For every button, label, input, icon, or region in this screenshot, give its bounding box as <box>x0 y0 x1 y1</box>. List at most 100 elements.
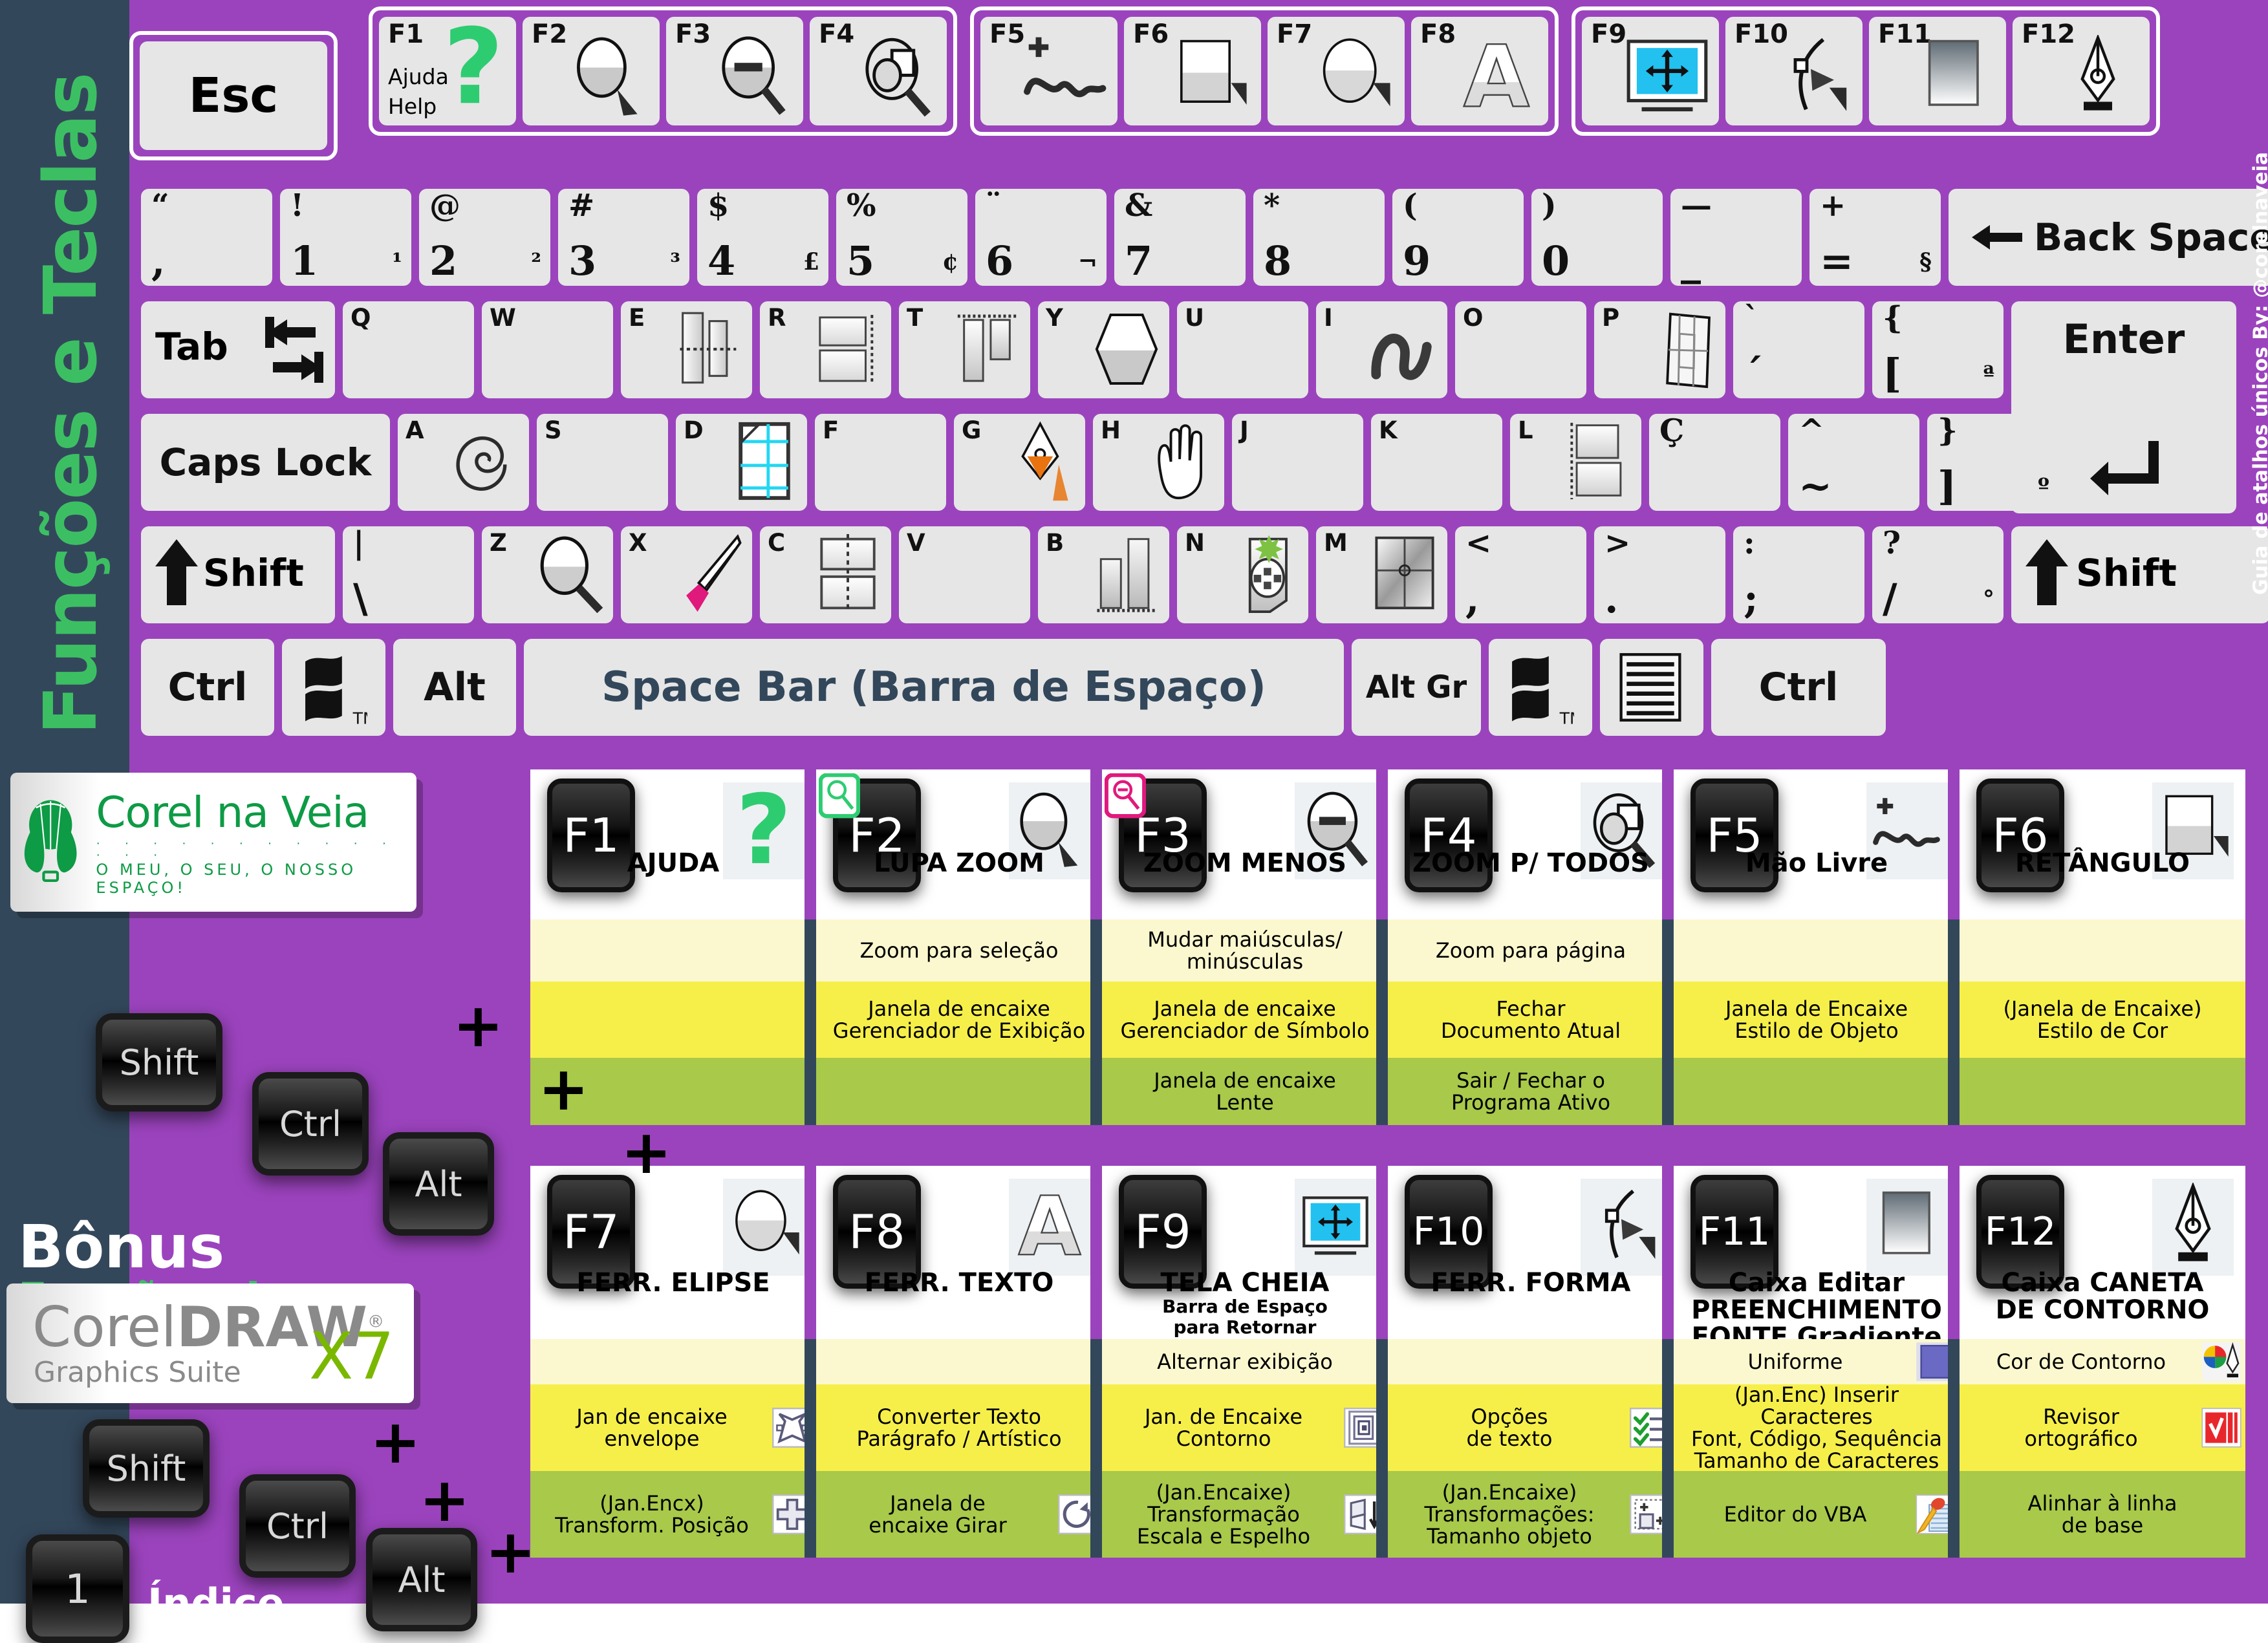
key-context-menu[interactable] <box>1600 639 1703 736</box>
key-l[interactable]: L <box>1510 414 1641 511</box>
key-space-bar[interactable]: Space Bar (Barra de Espaço) <box>524 639 1344 736</box>
key-punct-zp2[interactable]: :; <box>1733 526 1864 623</box>
key-s[interactable]: S <box>537 414 668 511</box>
key-f4[interactable]: F4 <box>810 17 947 125</box>
modifier-key-ctrl-2[interactable]: Ctrl <box>239 1474 356 1578</box>
key-e[interactable]: E <box>621 301 752 398</box>
key-punct-a0[interactable]: Ç <box>1649 414 1780 511</box>
key-number-4[interactable]: $4£ <box>697 189 828 286</box>
key-f[interactable]: F <box>815 414 946 511</box>
key-number-1[interactable]: !1¹ <box>280 189 411 286</box>
key-caps-lock[interactable]: Caps Lock <box>141 414 390 511</box>
index-key[interactable]: 1 <box>26 1534 129 1643</box>
key-r[interactable]: R <box>760 301 891 398</box>
key-j[interactable]: J <box>1232 414 1363 511</box>
key-alt-gr[interactable]: Alt Gr <box>1352 639 1481 736</box>
key-f11[interactable]: F11 <box>1869 17 2006 125</box>
interactive-fill-icon <box>1008 420 1077 502</box>
key-number-2[interactable]: @2² <box>419 189 550 286</box>
key-f10[interactable]: F10 <box>1725 17 1863 125</box>
key-number-10[interactable]: )0 <box>1531 189 1663 286</box>
fkey-name: Caixa CANETADE CONTORNO <box>1960 1269 2245 1324</box>
key-o[interactable]: O <box>1455 301 1586 398</box>
fkey-ctrl-row: Converter TextoParágrafo / Artístico <box>816 1384 1102 1471</box>
key-esc[interactable]: Esc <box>140 41 327 150</box>
key-punct-z0[interactable]: |\ <box>343 526 474 623</box>
key-k[interactable]: K <box>1371 414 1502 511</box>
key-windows-right[interactable]: TM <box>1489 639 1592 736</box>
key-i[interactable]: I <box>1316 301 1447 398</box>
key-legend-alt: ³ <box>670 248 680 275</box>
fkey-name-block: FERR. FORMA <box>1388 1268 1674 1338</box>
key-w[interactable]: W <box>482 301 613 398</box>
key-punct-zp1[interactable]: >. <box>1594 526 1725 623</box>
svg-text:A: A <box>1463 35 1529 120</box>
fkey-ctrl-text: Janela de encaixeGerenciador de Símbolo <box>1106 998 1384 1042</box>
page-title: Funções e Teclas <box>29 29 113 779</box>
fkey-card-header: F2LUPA ZOOM <box>816 769 1102 919</box>
key-windows-left[interactable]: TM <box>282 639 385 736</box>
key-ctrl-left[interactable]: Ctrl <box>141 639 274 736</box>
key-tab[interactable]: Tab <box>141 301 335 398</box>
key-f5[interactable]: F5 <box>980 17 1118 125</box>
key-y[interactable]: Y <box>1038 301 1169 398</box>
key-ctrl-right[interactable]: Ctrl <box>1711 639 1886 736</box>
key-x[interactable]: X <box>621 526 752 623</box>
key-f7[interactable]: F7 <box>1268 17 1405 125</box>
modifier-key-alt-1[interactable]: Alt <box>383 1132 494 1236</box>
key-c[interactable]: C <box>760 526 891 623</box>
key-number-9[interactable]: (9 <box>1392 189 1524 286</box>
fkey-name: FERR. FORMA <box>1388 1269 1674 1296</box>
key-punct-a1[interactable]: ^~ <box>1788 414 1919 511</box>
key-backspace[interactable]: Back Space <box>1949 189 2268 286</box>
key-f8[interactable]: F8A <box>1411 17 1548 125</box>
fkey-shift-text: Zoom para seleção <box>820 940 1098 961</box>
key-number-11[interactable]: —_ <box>1670 189 1802 286</box>
key-z[interactable]: Z <box>482 526 613 623</box>
modifier-key-shift-1[interactable]: Shift <box>96 1013 222 1111</box>
fkey-card-f11: F11Caixa EditarPREENCHIMENTOFONTE Gradie… <box>1674 1166 1960 1558</box>
key-h[interactable]: H <box>1093 414 1224 511</box>
modifier-key-alt-2[interactable]: Alt <box>366 1528 477 1631</box>
key-punct-a2[interactable]: }]º <box>1927 414 2058 511</box>
key-number-5[interactable]: %5¢ <box>836 189 967 286</box>
key-punct-q0[interactable]: `´ <box>1733 301 1864 398</box>
key-b[interactable]: B <box>1038 526 1169 623</box>
key-f3[interactable]: F3 <box>666 17 803 125</box>
key-g[interactable]: G <box>954 414 1085 511</box>
key-number-12[interactable]: +=§ <box>1809 189 1941 286</box>
key-f1[interactable]: F1AjudaHelp? <box>379 17 516 125</box>
key-d[interactable]: D <box>676 414 807 511</box>
key-number-6[interactable]: ¨6¬ <box>975 189 1107 286</box>
key-legend-top: “ <box>151 188 169 224</box>
key-a[interactable]: A <box>398 414 529 511</box>
key-f9[interactable]: F9 <box>1582 17 1719 125</box>
key-p[interactable]: P <box>1594 301 1725 398</box>
text-tool-icon: A <box>1013 1183 1086 1272</box>
key-number-7[interactable]: &7 <box>1114 189 1246 286</box>
key-u[interactable]: U <box>1177 301 1308 398</box>
key-alt-left[interactable]: Alt <box>393 639 516 736</box>
key-t[interactable]: T <box>899 301 1030 398</box>
key-shift-left[interactable]: Shift <box>141 526 335 623</box>
key-v[interactable]: V <box>899 526 1030 623</box>
fkey-ctrl-text: FecharDocumento Atual <box>1392 998 1670 1042</box>
key-number-3[interactable]: #3³ <box>558 189 689 286</box>
fkey-alt-row: Janela deencaixe Girar <box>816 1471 1102 1558</box>
key-punct-zp0[interactable]: <, <box>1455 526 1586 623</box>
key-f6[interactable]: F6 <box>1124 17 1261 125</box>
key-q[interactable]: Q <box>343 301 474 398</box>
key-number-0[interactable]: “, <box>141 189 272 286</box>
key-f12[interactable]: F12 <box>2013 17 2150 125</box>
key-punct-zp3[interactable]: ?/° <box>1872 526 2003 623</box>
key-n[interactable]: N <box>1177 526 1308 623</box>
key-m[interactable]: M <box>1316 526 1447 623</box>
sidebar-title-bar: Funções e Teclas <box>0 0 129 766</box>
modifier-key-ctrl-1[interactable]: Ctrl <box>252 1072 369 1176</box>
key-number-8[interactable]: *8 <box>1253 189 1385 286</box>
key-punct-q1[interactable]: {[ª <box>1872 301 2003 398</box>
zoom-in-magnifier-icon <box>563 35 653 120</box>
modifier-key-shift-2[interactable]: Shift <box>83 1419 210 1518</box>
key-f2[interactable]: F2 <box>523 17 660 125</box>
fkey-ctrl-text: (Jan.Enc) Inserir CaracteresFont, Código… <box>1678 1384 1956 1472</box>
